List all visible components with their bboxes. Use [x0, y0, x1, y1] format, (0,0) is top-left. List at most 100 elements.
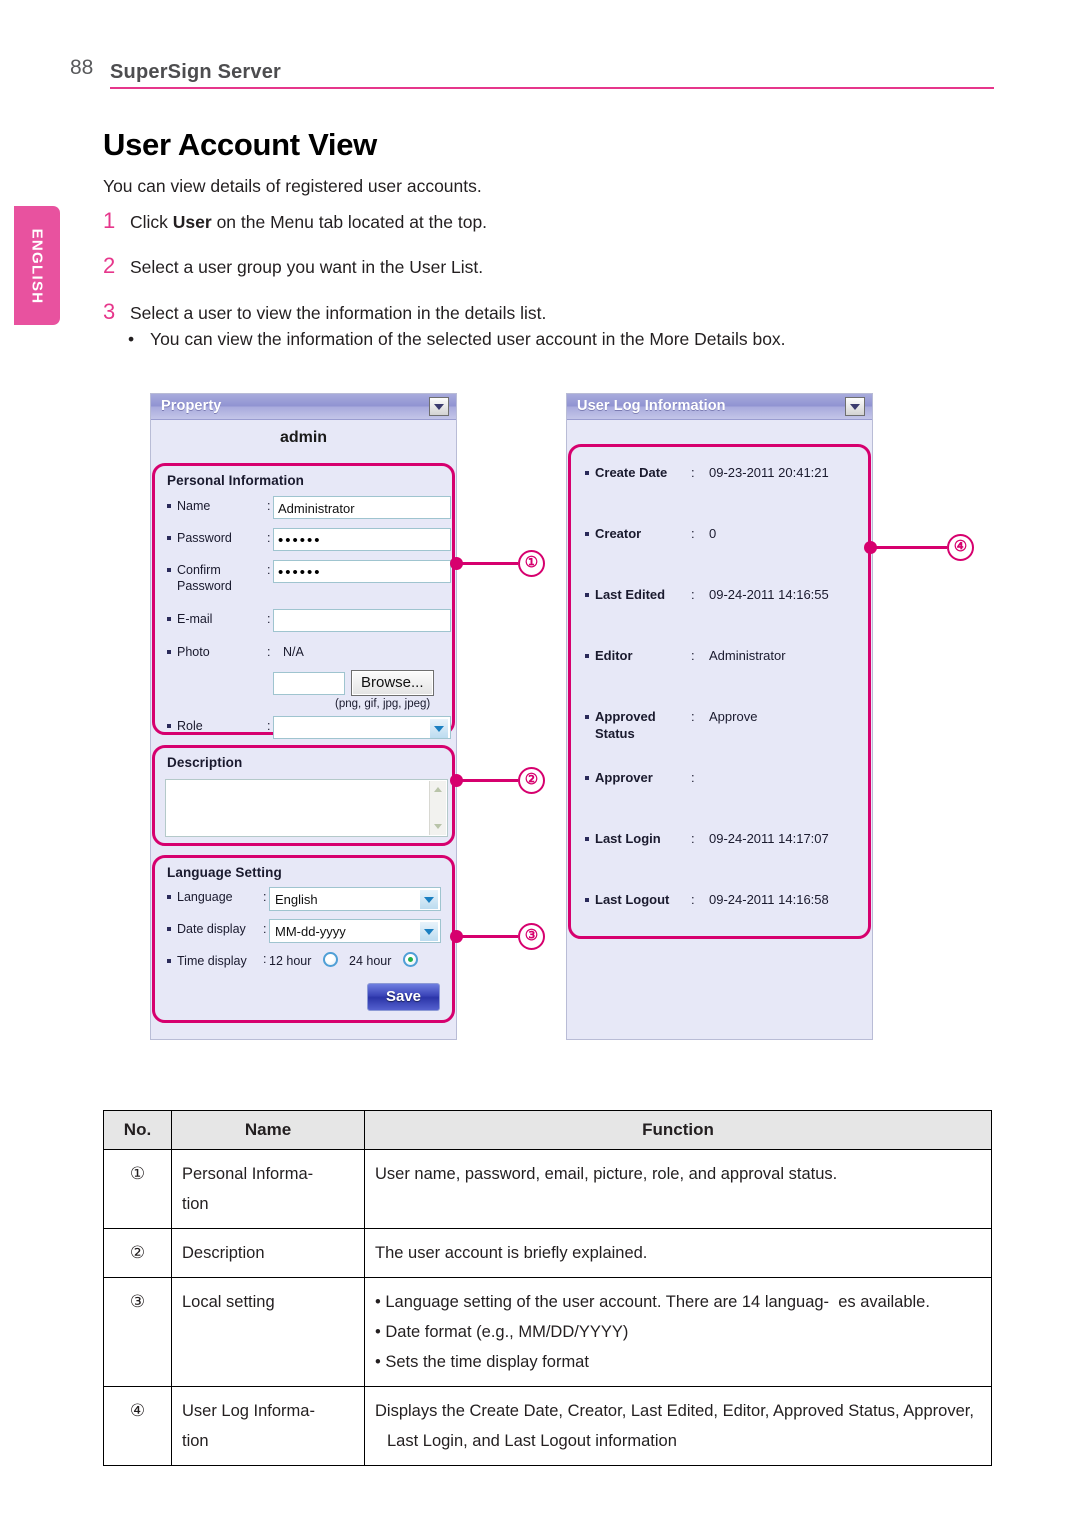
legend-col-function: Function: [364, 1110, 992, 1150]
browse-button[interactable]: Browse...: [351, 670, 434, 696]
legend-no-3: ③: [103, 1277, 172, 1387]
email-colon: :: [267, 612, 271, 626]
time-option-24-radio[interactable]: [403, 952, 418, 967]
time-display-label: Time display: [167, 954, 247, 968]
chevron-down-icon[interactable]: [429, 397, 449, 416]
language-setting-title: Language Setting: [167, 865, 282, 880]
language-colon: :: [263, 890, 267, 904]
name-colon: :: [267, 499, 271, 513]
confirm-password-label: Confirm Password: [167, 563, 232, 593]
description-textarea[interactable]: [165, 779, 448, 837]
step-3-bullet: • You can view the information of the sel…: [128, 329, 786, 350]
photo-file-input[interactable]: [273, 672, 345, 695]
running-header-title: SuperSign Server: [110, 61, 282, 83]
legend-col-name: Name: [171, 1110, 365, 1150]
callout-2: ②: [450, 767, 545, 794]
language-setting-group: Language Setting Language : English Date…: [152, 855, 455, 1023]
step-2-number: 2: [103, 253, 116, 278]
step-1-number: 1: [103, 208, 116, 233]
language-select[interactable]: English: [269, 887, 441, 911]
time-option-24-label: 24 hour: [349, 954, 392, 968]
user-log-panel-header: User Log Information: [567, 394, 872, 420]
password-input[interactable]: ••••••: [273, 528, 451, 551]
role-label: Role: [167, 719, 203, 733]
step-1-text: Click User on the Menu tab located at th…: [130, 212, 488, 232]
log-label: Editor: [585, 648, 633, 663]
log-label: Last Login: [585, 831, 661, 846]
time-option-12-label: 12 hour: [269, 954, 312, 968]
chevron-down-icon[interactable]: [430, 719, 448, 738]
chevron-down-icon[interactable]: [420, 890, 438, 909]
scroll-up-icon[interactable]: [430, 781, 447, 798]
name-label: Name: [167, 499, 210, 513]
date-display-colon: :: [263, 922, 267, 936]
language-side-tab: ENGLISH: [14, 206, 60, 325]
page-title: User Account View: [103, 127, 377, 162]
save-button-label: Save: [385, 988, 422, 1005]
log-value: 0: [709, 526, 717, 541]
callout-1-marker: ①: [518, 550, 545, 577]
user-log-group: Create Date : 09-23-2011 20:41:21 Creato…: [568, 444, 871, 939]
name-input[interactable]: Administrator: [273, 496, 451, 519]
log-label: Last Logout: [585, 892, 669, 907]
callout-4: ④: [864, 534, 974, 561]
step-3-bullet-text: You can view the information of the sele…: [150, 329, 786, 349]
log-value: 09-24-2011 14:16:58: [709, 892, 829, 907]
callout-3-line: [461, 935, 518, 938]
log-value: Administrator: [709, 648, 786, 663]
step-3-text: Select a user to view the information in…: [130, 303, 547, 323]
intro-text: You can view details of registered user …: [103, 176, 482, 196]
legend-name-4: User Log Informa- tion: [171, 1386, 365, 1466]
chevron-down-icon[interactable]: [420, 922, 438, 941]
step-3-number: 3: [103, 299, 116, 324]
email-input[interactable]: [273, 609, 451, 632]
document-page: 88 SuperSign Server ENGLISH User Account…: [0, 0, 1080, 1532]
legend-col-no: No.: [103, 1110, 172, 1150]
role-colon: :: [267, 719, 271, 733]
bullet-dot: •: [128, 329, 135, 349]
scroll-down-icon[interactable]: [430, 818, 447, 835]
page-number: 88: [70, 56, 94, 79]
property-panel-title: Property: [161, 398, 222, 414]
callout-1: ①: [450, 550, 545, 577]
callout-2-marker: ②: [518, 767, 545, 794]
table-row: ③ Local setting • Language setting of th…: [103, 1277, 992, 1387]
confirm-password-input[interactable]: ••••••: [273, 560, 451, 583]
photo-value: N/A: [283, 645, 304, 659]
password-colon: :: [267, 531, 271, 545]
language-side-tab-label: ENGLISH: [28, 228, 46, 304]
log-label: Approved Status: [585, 709, 656, 741]
property-panel-header: Property: [151, 394, 456, 420]
table-row: ② Description The user account is briefl…: [103, 1228, 992, 1278]
save-button[interactable]: Save: [367, 983, 440, 1011]
description-scrollbar[interactable]: [429, 781, 446, 835]
table-row: ④ User Log Informa- tion Displays the Cr…: [103, 1386, 992, 1466]
step-3: 3 Select a user to view the information i…: [103, 299, 546, 325]
photo-colon: :: [267, 645, 271, 659]
date-display-label: Date display: [167, 922, 246, 936]
time-option-12-radio[interactable]: [323, 952, 338, 967]
description-title: Description: [167, 755, 243, 770]
legend-function-4: Displays the Create Date, Creator, Last …: [364, 1386, 992, 1466]
personal-information-title: Personal Information: [167, 473, 305, 488]
legend-function-3: • Language setting of the user account. …: [364, 1277, 992, 1387]
callout-4-line: [875, 546, 947, 549]
callout-4-marker: ④: [947, 534, 974, 561]
callout-1-line: [461, 562, 518, 565]
step-2: 2 Select a user group you want in the Use…: [103, 253, 483, 279]
callout-3: ③: [450, 923, 545, 950]
photo-label: Photo: [167, 645, 210, 659]
chevron-down-icon[interactable]: [845, 397, 865, 416]
language-label: Language: [167, 890, 233, 904]
password-label: Password: [167, 531, 232, 545]
legend-header-row: No. Name Function: [103, 1110, 992, 1150]
date-display-select[interactable]: MM-dd-yyyy: [269, 919, 441, 943]
legend-table: No. Name Function ① Personal Informa- ti…: [103, 1110, 992, 1466]
log-value: Approve: [709, 709, 758, 724]
table-row: ① Personal Informa- tion User name, pass…: [103, 1149, 992, 1229]
legend-function-1: User name, password, email, picture, rol…: [364, 1149, 992, 1229]
log-label: Approver: [585, 770, 653, 785]
legend-name-3: Local setting: [171, 1277, 365, 1387]
role-select[interactable]: [273, 716, 451, 739]
user-log-panel-title: User Log Information: [577, 398, 726, 414]
